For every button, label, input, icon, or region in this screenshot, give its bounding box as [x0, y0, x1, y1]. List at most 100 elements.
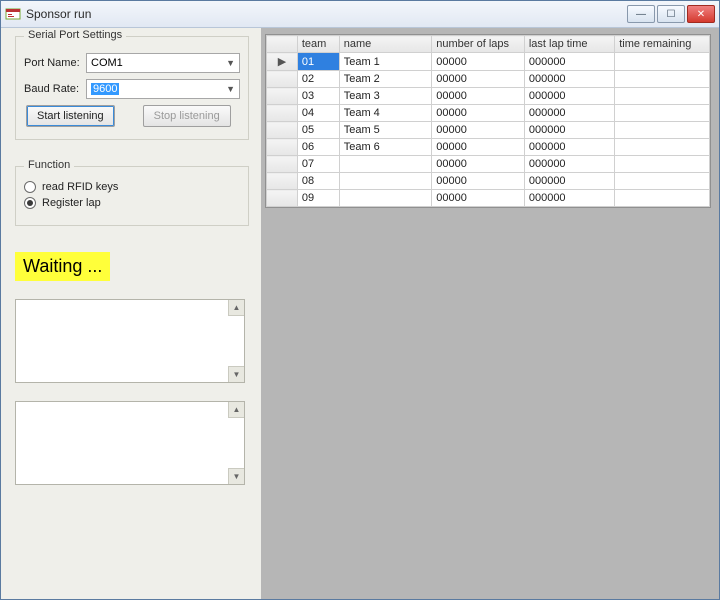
cell-laps[interactable]: 00000 [432, 139, 525, 156]
cell-team[interactable]: 01 [297, 53, 339, 71]
radio-read-rfid-label: read RFID keys [42, 181, 118, 193]
cell-remain[interactable] [615, 173, 710, 190]
cell-laps[interactable]: 00000 [432, 122, 525, 139]
table-row[interactable]: 08 00000000000 [267, 173, 710, 190]
row-header[interactable] [267, 122, 298, 139]
baud-rate-combo[interactable]: 9600 ▼ [86, 79, 240, 99]
cell-name[interactable]: Team 2 [339, 71, 432, 88]
cell-last[interactable]: 000000 [524, 156, 614, 173]
cell-name[interactable]: Team 3 [339, 88, 432, 105]
cell-name[interactable]: Team 1 [339, 53, 432, 71]
cell-name[interactable] [339, 190, 432, 207]
row-header[interactable] [267, 156, 298, 173]
cell-team[interactable]: 08 [297, 173, 339, 190]
table-row[interactable]: ▶01Team 100000000000 [267, 53, 710, 71]
cell-laps[interactable]: 00000 [432, 105, 525, 122]
table-header-row: team name number of laps last lap time t… [267, 36, 710, 53]
cell-team[interactable]: 07 [297, 156, 339, 173]
cell-remain[interactable] [615, 122, 710, 139]
client-area: Serial Port Settings Port Name: COM1 ▼ B… [1, 28, 719, 599]
log-listbox-1[interactable]: ▲ ▼ [15, 299, 245, 383]
cell-last[interactable]: 000000 [524, 190, 614, 207]
radio-read-rfid[interactable]: read RFID keys [24, 181, 240, 193]
col-remain[interactable]: time remaining [615, 36, 710, 53]
cell-laps[interactable]: 00000 [432, 190, 525, 207]
cell-laps[interactable]: 00000 [432, 53, 525, 71]
cell-last[interactable]: 000000 [524, 105, 614, 122]
cell-name[interactable]: Team 6 [339, 139, 432, 156]
cell-last[interactable]: 000000 [524, 122, 614, 139]
scroll-up-icon[interactable]: ▲ [228, 402, 244, 418]
cell-remain[interactable] [615, 156, 710, 173]
cell-laps[interactable]: 00000 [432, 173, 525, 190]
table-row[interactable]: 09 00000000000 [267, 190, 710, 207]
window-title: Sponsor run [26, 7, 627, 21]
col-name[interactable]: name [339, 36, 432, 53]
port-name-label: Port Name: [24, 57, 86, 69]
cell-last[interactable]: 000000 [524, 173, 614, 190]
serial-group-title: Serial Port Settings [24, 29, 126, 41]
maximize-button[interactable]: ☐ [657, 5, 685, 23]
status-badge: Waiting ... [15, 252, 110, 281]
serial-port-group: Serial Port Settings Port Name: COM1 ▼ B… [15, 36, 249, 140]
port-name-value: COM1 [91, 57, 123, 69]
row-header[interactable] [267, 139, 298, 156]
minimize-button[interactable]: — [627, 5, 655, 23]
table-row[interactable]: 03Team 300000000000 [267, 88, 710, 105]
app-window: Sponsor run — ☐ ✕ Serial Port Settings P… [0, 0, 720, 600]
cell-laps[interactable]: 00000 [432, 71, 525, 88]
table-row[interactable]: 02Team 200000000000 [267, 71, 710, 88]
cell-team[interactable]: 04 [297, 105, 339, 122]
cell-laps[interactable]: 00000 [432, 88, 525, 105]
scroll-up-icon[interactable]: ▲ [228, 300, 244, 316]
cell-last[interactable]: 000000 [524, 53, 614, 71]
cell-remain[interactable] [615, 71, 710, 88]
radio-register-lap[interactable]: Register lap [24, 197, 240, 209]
log-listbox-2[interactable]: ▲ ▼ [15, 401, 245, 485]
titlebar[interactable]: Sponsor run — ☐ ✕ [1, 1, 719, 28]
corner-cell [267, 36, 298, 53]
start-listening-button[interactable]: Start listening [26, 105, 115, 127]
teams-grid[interactable]: team name number of laps last lap time t… [265, 34, 711, 208]
window-controls: — ☐ ✕ [627, 5, 715, 23]
cell-remain[interactable] [615, 190, 710, 207]
table-row[interactable]: 07 00000000000 [267, 156, 710, 173]
row-header[interactable]: ▶ [267, 53, 298, 71]
cell-team[interactable]: 05 [297, 122, 339, 139]
col-last[interactable]: last lap time [524, 36, 614, 53]
table-row[interactable]: 06Team 600000000000 [267, 139, 710, 156]
cell-name[interactable]: Team 4 [339, 105, 432, 122]
cell-remain[interactable] [615, 139, 710, 156]
close-button[interactable]: ✕ [687, 5, 715, 23]
col-laps[interactable]: number of laps [432, 36, 525, 53]
port-name-combo[interactable]: COM1 ▼ [86, 53, 240, 73]
stop-listening-button: Stop listening [143, 105, 231, 127]
cell-team[interactable]: 03 [297, 88, 339, 105]
row-header[interactable] [267, 88, 298, 105]
radio-icon [24, 197, 36, 209]
cell-name[interactable]: Team 5 [339, 122, 432, 139]
row-header[interactable] [267, 71, 298, 88]
row-header[interactable] [267, 173, 298, 190]
cell-last[interactable]: 000000 [524, 139, 614, 156]
cell-team[interactable]: 09 [297, 190, 339, 207]
col-team[interactable]: team [297, 36, 339, 53]
table-row[interactable]: 04Team 400000000000 [267, 105, 710, 122]
baud-rate-label: Baud Rate: [24, 83, 86, 95]
cell-last[interactable]: 000000 [524, 88, 614, 105]
cell-team[interactable]: 06 [297, 139, 339, 156]
table-row[interactable]: 05Team 500000000000 [267, 122, 710, 139]
radio-register-lap-label: Register lap [42, 197, 101, 209]
cell-remain[interactable] [615, 105, 710, 122]
cell-team[interactable]: 02 [297, 71, 339, 88]
cell-laps[interactable]: 00000 [432, 156, 525, 173]
cell-name[interactable] [339, 173, 432, 190]
row-header[interactable] [267, 190, 298, 207]
scroll-down-icon[interactable]: ▼ [228, 366, 244, 382]
cell-last[interactable]: 000000 [524, 71, 614, 88]
row-header[interactable] [267, 105, 298, 122]
cell-name[interactable] [339, 156, 432, 173]
cell-remain[interactable] [615, 88, 710, 105]
cell-remain[interactable] [615, 53, 710, 71]
scroll-down-icon[interactable]: ▼ [228, 468, 244, 484]
